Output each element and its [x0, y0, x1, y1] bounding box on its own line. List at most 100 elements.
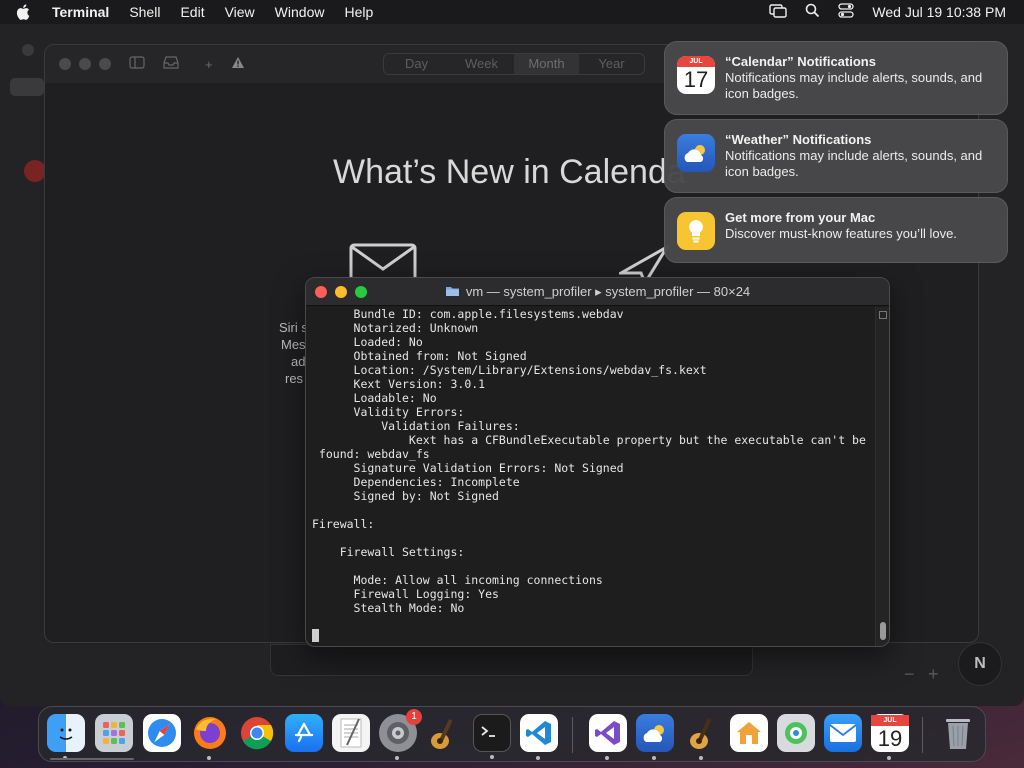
terminal-title: vm — system_profiler ▸ system_profiler —…	[306, 284, 889, 300]
background-window-control	[22, 44, 34, 56]
notification-title: Get more from your Mac	[725, 210, 876, 225]
weather-app-icon[interactable]	[636, 714, 674, 760]
menu-view[interactable]: View	[225, 4, 255, 20]
background-window-edge	[270, 644, 753, 676]
menu-app-name[interactable]: Terminal	[52, 4, 109, 20]
add-event-icon[interactable]: +	[205, 57, 213, 72]
running-indicator	[887, 756, 891, 760]
calendar-view-segmented-control: Day Week Month Year	[383, 53, 645, 75]
running-indicator	[605, 756, 609, 760]
calendar-close-button[interactable]	[59, 58, 71, 70]
trash-icon[interactable]	[939, 714, 977, 752]
terminal-title-text: vm — system_profiler ▸ system_profiler —…	[465, 284, 751, 299]
menu-help[interactable]: Help	[344, 4, 373, 20]
dock: 1 JUL 19	[38, 706, 986, 762]
notification-body: Notifications may include alerts, sounds…	[725, 70, 983, 101]
terminal-line: Location: /System/Library/Extensions/web…	[312, 363, 707, 377]
segment-month[interactable]: Month	[514, 54, 579, 74]
notification-title: “Calendar” Notifications	[725, 54, 876, 69]
terminal-line: Validation Failures:	[312, 419, 520, 433]
notification-calendar[interactable]: JUL 17 “Calendar” Notifications Notifica…	[664, 41, 1008, 115]
running-indicator	[395, 756, 399, 760]
terminal-line: Notarized: Unknown	[312, 321, 479, 335]
control-center-icon[interactable]	[838, 3, 855, 21]
dock-scroll-indicator	[50, 758, 134, 760]
calendar-icon-day: 17	[683, 67, 709, 92]
notification-badge: 1	[406, 709, 422, 725]
apple-menu-icon[interactable]	[16, 4, 38, 20]
weather-icon	[677, 134, 715, 172]
notification-body: Discover must-know features you’ll love.	[725, 226, 957, 241]
sidebar-toggle-icon[interactable]	[129, 56, 145, 72]
home-icon[interactable]	[730, 714, 768, 752]
terminal-line: Mode: Allow all incoming connections	[312, 573, 603, 587]
textedit-icon[interactable]	[332, 714, 370, 752]
segment-year[interactable]: Year	[579, 54, 644, 74]
compass-icon[interactable]: N	[958, 642, 1002, 686]
running-indicator	[699, 756, 703, 760]
terminal-line: found: webdav_fs	[312, 447, 430, 461]
screen-mirroring-icon[interactable]	[769, 3, 788, 21]
menu-edit[interactable]: Edit	[180, 4, 204, 20]
running-indicator	[490, 755, 494, 759]
terminal-output[interactable]: Bundle ID: com.apple.filesystems.webdav …	[306, 307, 875, 646]
terminal-window[interactable]: vm — system_profiler ▸ system_profiler —…	[305, 277, 890, 647]
calendar-zoom-button[interactable]	[99, 58, 111, 70]
background-sidebar-pill	[10, 78, 44, 96]
terminal-titlebar[interactable]: vm — system_profiler ▸ system_profiler —…	[306, 278, 889, 306]
menu-window[interactable]: Window	[275, 4, 325, 20]
menu-bar: Terminal Shell Edit View Window Help Wed…	[0, 0, 1024, 24]
whats-new-heading: What’s New in Calenda	[333, 153, 686, 191]
garageband-icon[interactable]	[683, 714, 721, 760]
terminal-line: Signature Validation Errors: Not Signed	[312, 461, 624, 475]
spotlight-search-icon[interactable]	[805, 3, 820, 21]
lightbulb-icon	[677, 212, 715, 250]
notification-weather[interactable]: “Weather” Notifications Notifications ma…	[664, 119, 1008, 193]
segment-day[interactable]: Day	[384, 54, 449, 74]
compass-label: N	[974, 655, 986, 672]
terminal-app-icon[interactable]	[473, 714, 511, 759]
vscode-icon[interactable]	[520, 714, 558, 760]
running-indicator	[536, 756, 540, 760]
scrollbar-thumb[interactable]	[880, 622, 886, 640]
folder-icon	[445, 285, 460, 300]
terminal-line: Kext has a CFBundleExecutable property b…	[312, 433, 866, 447]
inbox-icon[interactable]	[163, 56, 179, 72]
app-store-icon[interactable]	[285, 714, 323, 752]
running-indicator	[207, 756, 211, 760]
calendar-icon-day: 19	[877, 726, 903, 751]
segment-week[interactable]: Week	[449, 54, 514, 74]
finder-icon[interactable]	[47, 714, 85, 760]
safari-icon[interactable]	[143, 714, 181, 752]
chrome-icon[interactable]	[238, 714, 276, 752]
scrollbar-top-marker	[879, 311, 887, 319]
terminal-line: Obtained from: Not Signed	[312, 349, 527, 363]
menu-clock[interactable]: Wed Jul 19 10:38 PM	[872, 4, 1006, 20]
zoom-in-icon[interactable]: +	[928, 664, 939, 685]
calendar-app-icon[interactable]: JUL 19	[871, 714, 909, 760]
calendar-icon-month: JUL	[677, 56, 715, 67]
terminal-line: Loaded: No	[312, 335, 423, 349]
terminal-line: Bundle ID: com.apple.filesystems.webdav	[312, 307, 624, 321]
launchpad-icon[interactable]	[95, 714, 133, 752]
firefox-icon[interactable]	[191, 714, 229, 760]
zoom-out-icon[interactable]: −	[904, 664, 915, 685]
system-preferences-icon[interactable]: 1	[379, 709, 422, 760]
dock-separator	[572, 717, 573, 753]
mail-icon[interactable]	[824, 714, 862, 752]
instruments-icon[interactable]	[426, 714, 464, 752]
calendar-icon-month: JUL	[871, 715, 909, 726]
find-my-icon[interactable]	[777, 714, 815, 752]
warning-icon[interactable]	[231, 56, 245, 72]
menu-shell[interactable]: Shell	[129, 4, 160, 20]
calendar-icon: JUL 17	[677, 56, 715, 94]
calendar-minimize-button[interactable]	[79, 58, 91, 70]
terminal-line: Dependencies: Incomplete	[312, 475, 520, 489]
terminal-line: Firewall Settings:	[312, 545, 465, 559]
terminal-line: Signed by: Not Signed	[312, 489, 499, 503]
terminal-scrollbar[interactable]	[875, 307, 889, 646]
notification-tips[interactable]: Get more from your Mac Discover must-kno…	[664, 197, 1008, 263]
visual-studio-icon[interactable]	[589, 714, 627, 760]
